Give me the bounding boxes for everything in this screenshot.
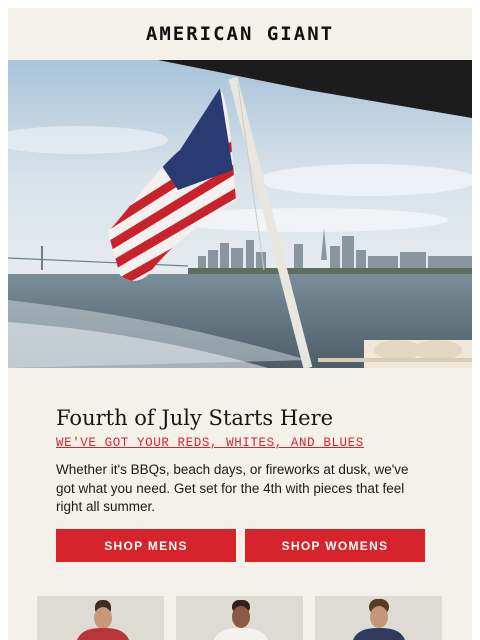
email-container: AMERICAN GIANT Fourth of July Starts Her… (8, 8, 472, 640)
product-grid (37, 596, 443, 640)
promo-body: Whether it's BBQs, beach days, or firewo… (56, 462, 409, 514)
promo-subtitle[interactable]: WE'VE GOT YOUR REDS, WHITES, AND BLUES (56, 436, 364, 450)
promo-title: Fourth of July Starts Here (56, 406, 334, 430)
shop-mens-button[interactable]: SHOP MENS (56, 529, 236, 562)
hero-image[interactable] (8, 60, 472, 368)
product-image[interactable] (176, 596, 303, 640)
product-image[interactable] (37, 596, 164, 640)
shop-womens-button[interactable]: SHOP WOMENS (245, 529, 425, 562)
brand-logo[interactable]: AMERICAN GIANT (8, 8, 472, 60)
product-image[interactable] (315, 596, 442, 640)
